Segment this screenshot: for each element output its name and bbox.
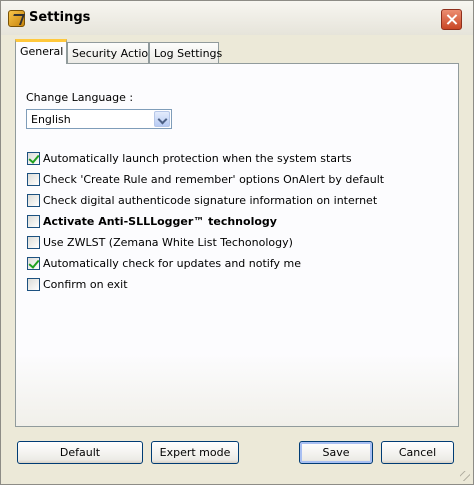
language-dropdown[interactable]: English (26, 109, 172, 129)
auto-launch-checkbox[interactable] (27, 152, 40, 165)
title-bar[interactable]: Settings (1, 1, 473, 35)
resize-grip-icon[interactable] (458, 469, 470, 481)
option-label: Automatically launch protection when the… (43, 152, 352, 165)
language-selected-value: English (31, 113, 71, 126)
authenticode-checkbox[interactable] (27, 194, 40, 207)
tab-general[interactable]: General (15, 39, 67, 64)
chevron-down-icon[interactable] (154, 111, 170, 127)
option-label: Activate Anti-SLLLogger™ technology (43, 215, 277, 228)
zwlst-checkbox[interactable] (27, 236, 40, 249)
option-label: Check digital authenticode signature inf… (43, 194, 378, 207)
option-label: Check 'Create Rule and remember' options… (43, 173, 385, 186)
change-language-label: Change Language : (26, 91, 134, 104)
expert-mode-button[interactable]: Expert mode (151, 441, 239, 464)
option-label: Use ZWLST (Zemana White List Techonology… (43, 236, 293, 249)
auto-update-checkbox[interactable] (27, 257, 40, 270)
tab-security-action[interactable]: Security Action (67, 42, 155, 63)
create-rule-checkbox[interactable] (27, 173, 40, 186)
save-button[interactable]: Save (299, 441, 373, 464)
cancel-button[interactable]: Cancel (381, 441, 454, 464)
window-title: Settings (29, 10, 91, 25)
app-logo-icon (8, 10, 25, 27)
option-label: Automatically check for updates and noti… (43, 257, 302, 270)
confirm-exit-checkbox[interactable] (27, 278, 40, 291)
default-button[interactable]: Default (17, 441, 143, 464)
anti-sslogger-checkbox[interactable] (27, 215, 40, 228)
close-button[interactable] (441, 9, 462, 30)
settings-window: Settings General Security Action Log Set… (0, 0, 474, 485)
tab-log-settings[interactable]: Log Settings (149, 42, 222, 63)
option-label: Confirm on exit (43, 278, 128, 291)
